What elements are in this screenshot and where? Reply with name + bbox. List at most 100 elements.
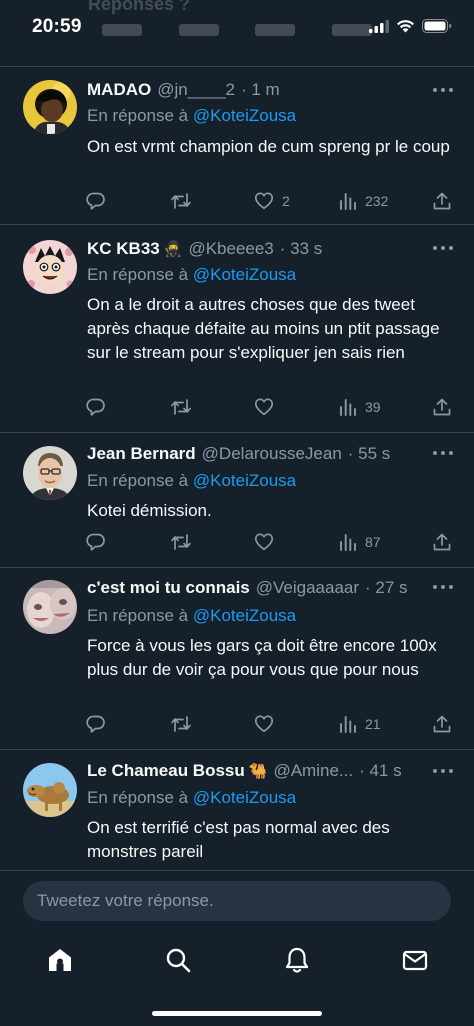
views-button[interactable]: 232 [339,190,388,212]
tweet-text: Force à vous les gars ça doit être encor… [87,636,437,679]
tweet-text: On est terrifié c'est pas normal avec de… [87,818,390,861]
display-name[interactable]: Le Chameau Bossu [87,761,245,781]
reply-context: En réponse à @KoteiZousa [87,471,296,491]
home-icon [49,949,71,971]
reply-button[interactable] [86,190,106,212]
reply-icon [86,533,105,551]
ninja-emoji: 🥷 [163,241,183,258]
display-name[interactable]: Jean Bernard [87,444,196,464]
tweet-item[interactable]: Jean Bernard @DelarousseJean · 55 s En r… [0,433,474,567]
retweet-button[interactable] [170,190,192,212]
like-button[interactable] [254,531,274,553]
handle[interactable]: @Kbeeee3 [188,239,273,259]
scrolled-header-ghost: Réponses ? [84,0,390,54]
reply-button[interactable] [86,531,106,553]
tweet-actions: 39 [86,396,452,418]
share-button[interactable] [432,713,452,735]
more-icon[interactable] [432,86,454,94]
heart-icon [254,398,274,416]
reply-icon [86,398,105,416]
tweet-actions: 87 [86,531,452,553]
tweet-actions: 21 [86,713,452,735]
share-icon [433,533,451,551]
cellular-icon [369,19,389,38]
mention-link[interactable]: @KoteiZousa [193,106,296,125]
display-name[interactable]: c'est moi tu connais [87,578,250,598]
battery-icon [422,19,452,38]
reply-input[interactable]: Tweetez votre réponse. [23,881,451,921]
nav-search[interactable] [164,946,192,974]
mention-link[interactable]: @KoteiZousa [193,606,296,625]
views-button[interactable]: 39 [339,396,381,418]
tweet-item[interactable]: MADAO @jn____2 · 1 m En réponse à @Kotei… [0,66,474,222]
tweet-actions: 2 232 [86,190,452,212]
view-count: 39 [365,399,381,415]
camel-emoji: 🐫 [248,763,268,780]
handle[interactable]: @jn____2 [157,80,235,100]
avatar[interactable] [23,580,77,634]
more-icon[interactable] [432,583,454,591]
avatar[interactable] [23,763,77,817]
timestamp: · 1 m [240,80,280,99]
more-icon[interactable] [432,244,454,252]
retweet-icon [171,534,191,550]
heart-icon [254,533,274,551]
share-button[interactable] [432,531,452,553]
share-button[interactable] [432,396,452,418]
more-icon[interactable] [432,767,454,775]
mention-link[interactable]: @KoteiZousa [193,265,296,284]
views-button[interactable]: 21 [339,713,381,735]
reply-prefix: En réponse à [87,606,189,625]
retweet-button[interactable] [170,713,192,735]
ghost-title: Réponses ? [88,0,191,14]
status-time: 20:59 [32,16,82,37]
share-icon [433,192,451,210]
handle[interactable]: @Veigaaaaar [256,578,359,598]
like-button[interactable] [254,713,274,735]
handle[interactable]: @Amine... [273,761,353,781]
share-icon [433,398,451,416]
avatar[interactable] [23,240,77,294]
reply-prefix: En réponse à [87,788,189,807]
tweet-text: Kotei démission. [87,501,212,520]
views-icon [340,534,356,551]
tweet-item[interactable]: Le Chameau Bossu 🐫 @Amine... · 41 s En r… [0,750,474,870]
retweet-icon [171,399,191,415]
wifi-icon [396,19,415,38]
view-count: 21 [365,716,381,732]
reply-prefix: En réponse à [87,265,189,284]
mention-link[interactable]: @KoteiZousa [193,788,296,807]
reply-button[interactable] [86,713,106,735]
reply-icon [86,715,105,733]
display-name[interactable]: KC KB33 [87,239,160,259]
more-icon[interactable] [432,449,454,457]
nav-home[interactable] [46,946,74,974]
reply-context: En réponse à @KoteiZousa [87,788,296,808]
share-icon [433,715,451,733]
tweet-item[interactable]: c'est moi tu connais @Veigaaaaar · 27 s … [0,568,474,748]
timestamp: · 27 s [365,578,408,597]
handle[interactable]: @DelarousseJean [202,444,342,464]
tweet-item[interactable]: KC KB33 🥷 @Kbeeee3 · 33 s En réponse à @… [0,225,474,431]
views-button[interactable]: 87 [339,531,381,553]
timestamp: · 33 s [279,239,323,258]
reply-context: En réponse à @KoteiZousa [87,106,296,126]
heart-icon [254,715,274,733]
home-indicator [152,1011,322,1016]
share-button[interactable] [432,190,452,212]
like-button[interactable]: 2 [254,190,290,212]
display-name[interactable]: MADAO [87,80,151,100]
nav-notifications[interactable] [283,946,311,974]
avatar[interactable] [23,446,77,500]
nav-messages[interactable] [401,946,429,974]
reply-input-placeholder: Tweetez votre réponse. [37,891,214,910]
bottom-nav [0,934,474,984]
mention-link[interactable]: @KoteiZousa [193,471,296,490]
retweet-button[interactable] [170,396,192,418]
like-button[interactable] [254,396,274,418]
retweet-button[interactable] [170,531,192,553]
reply-button[interactable] [86,396,106,418]
avatar[interactable] [23,80,77,134]
status-bar: Réponses ? 20:59 [0,0,474,62]
like-count: 2 [282,193,290,209]
